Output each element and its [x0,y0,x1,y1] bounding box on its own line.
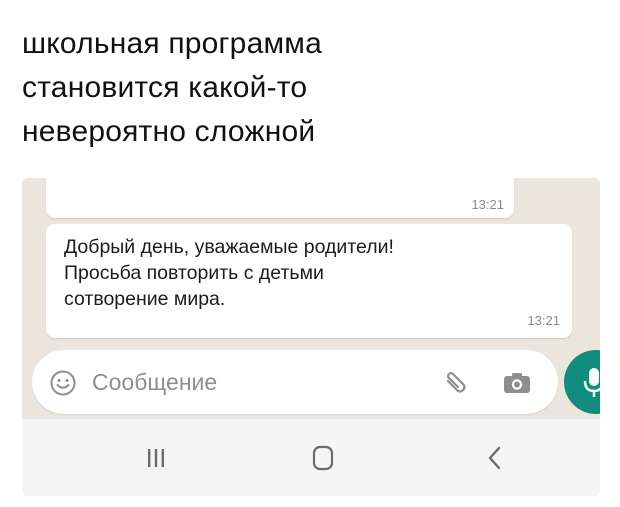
messenger-screenshot: 13:21 Добрый день, уважаемые родители! П… [22,178,600,496]
microphone-icon [583,368,600,397]
message-input[interactable]: Сообщение [92,368,217,396]
back-icon[interactable] [486,445,502,471]
message-time: 13:21 [527,313,560,328]
camera-icon[interactable] [502,371,532,395]
message-bubble[interactable]: Добрый день, уважаемые родители! Просьба… [46,224,572,338]
meme-caption: школьная программа становится какой-то н… [22,22,582,154]
message-text: Добрый день, уважаемые родители! Просьба… [64,236,394,310]
android-nav-bar [22,418,600,496]
recents-icon[interactable] [144,447,168,469]
voice-record-button[interactable] [564,350,600,414]
chat-area: 13:21 Добрый день, уважаемые родители! П… [22,178,600,418]
caption-line: невероятно сложной [22,115,316,148]
caption-line: школьная программа [22,27,322,60]
message-time: 13:21 [471,197,504,212]
paperclip-icon[interactable] [440,368,470,398]
caption-line: становится какой-то [22,71,308,104]
emoji-icon[interactable] [50,370,76,396]
message-input-bar: Сообщение [32,350,558,414]
home-icon[interactable] [312,445,334,471]
message-bubble-previous[interactable]: 13:21 [46,178,514,218]
